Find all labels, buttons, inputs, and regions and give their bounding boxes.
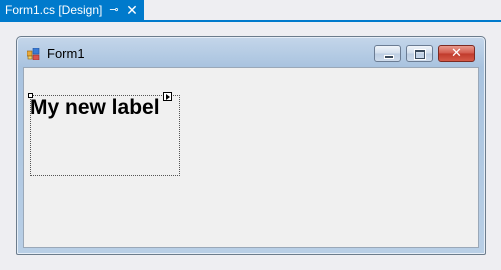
pin-icon[interactable]: ⊸ [108,0,120,20]
close-icon: ✕ [451,46,462,61]
form-window[interactable]: Form1 ✕ My new label [16,36,486,255]
minimize-icon [384,55,394,59]
maximize-icon [415,50,425,59]
maximize-button[interactable] [406,45,433,62]
document-tab-form1-design[interactable]: Form1.cs [Design] ⊸ ✕ [0,0,144,20]
minimize-button[interactable] [374,45,401,62]
smart-tag-arrow-icon[interactable] [163,92,172,101]
close-button[interactable]: ✕ [438,45,475,62]
document-tab-title: Form1.cs [Design] [5,3,103,17]
form-title: Form1 [47,46,85,61]
form-client-area[interactable]: My new label [23,67,479,248]
document-tab-strip: Form1.cs [Design] ⊸ ✕ [0,0,501,22]
form-titlebar[interactable]: Form1 ✕ [17,37,485,67]
my-new-label[interactable]: My new label [30,96,160,120]
designer-surface[interactable]: Form1 ✕ My new label [0,22,501,270]
form-app-icon [27,48,40,60]
close-icon[interactable]: ✕ [125,0,139,20]
